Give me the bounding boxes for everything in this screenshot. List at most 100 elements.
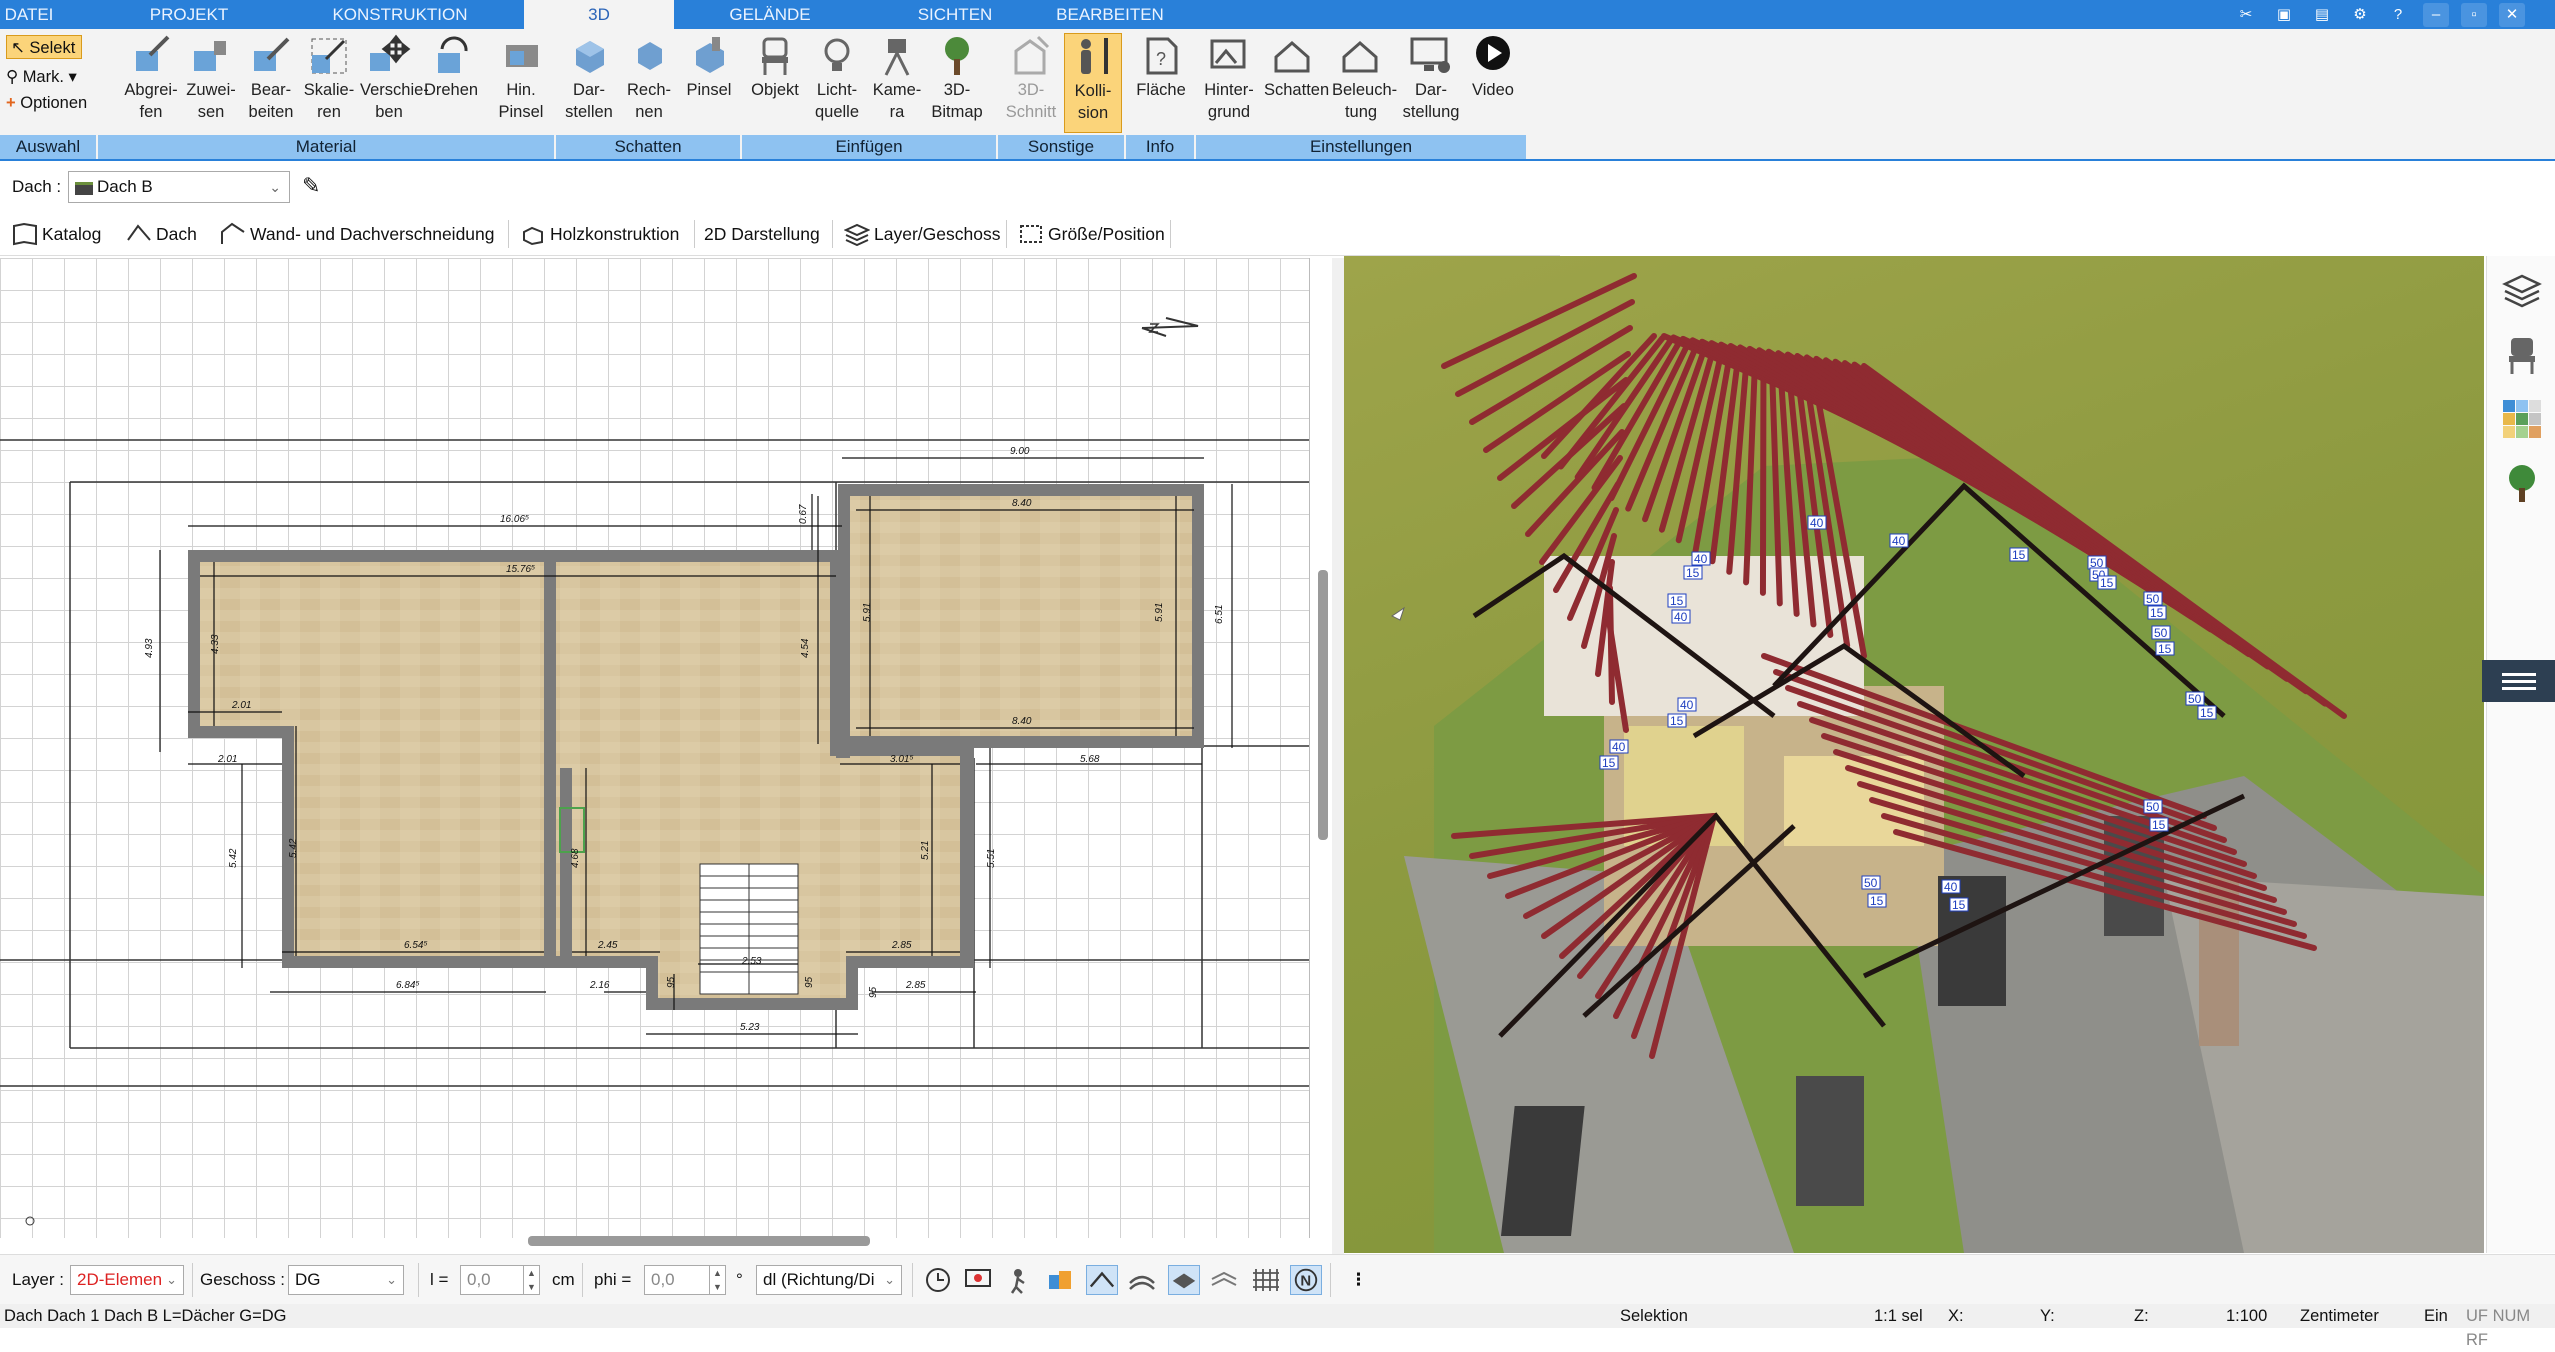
help-icon[interactable]: ? [2385, 3, 2411, 27]
dim-left-outer: 4.93 [144, 638, 155, 658]
terrain-icon[interactable] [1208, 1265, 1240, 1295]
beleuchtung-button[interactable]: Beleuch- tung [1332, 33, 1397, 133]
window-controls: ✂ ▣ ▤ ⚙ ? – ▫ ✕ [2233, 3, 2525, 27]
hintergrund-button[interactable]: Hinter- grund [1200, 33, 1258, 133]
video-button[interactable]: Video [1464, 33, 1522, 133]
dim-right-e: 5.51 [986, 849, 997, 868]
roof-view-icon[interactable] [1086, 1265, 1118, 1295]
2d-darstellung-button[interactable]: 2D Darstellung [672, 218, 820, 250]
close-icon[interactable]: ✕ [2499, 3, 2525, 27]
verschieben-button[interactable]: Verschie- ben [360, 33, 429, 133]
chair-icon[interactable] [2501, 334, 2543, 376]
darstellung-button[interactable]: Dar- stellung [1402, 33, 1460, 133]
plan-vertical-scrollbar[interactable] [1318, 570, 1328, 840]
3d-bitmap-button[interactable]: 3D- Bitmap [928, 33, 986, 133]
measure-label: 50 [2146, 800, 2160, 814]
dim-right-b: 5.91 [1154, 603, 1165, 622]
tab-datei[interactable]: DATEI [0, 0, 58, 29]
walk-icon[interactable] [1004, 1265, 1036, 1295]
dim-inner-left-top: 15.76⁵ [506, 564, 535, 575]
copy-icon[interactable]: ▤ [2309, 3, 2335, 27]
tab-sichten[interactable]: SICHTEN [900, 0, 1010, 29]
spinner-icon[interactable]: ▲ ▼ [523, 1266, 539, 1294]
lichtquelle-button[interactable]: Licht- quelle [808, 33, 866, 133]
maximize-icon[interactable]: ▫ [2461, 3, 2487, 27]
geschoss-select[interactable]: DG ⌄ [288, 1265, 404, 1295]
dim-stair: 4.68 [570, 848, 581, 868]
divider [582, 1263, 583, 1297]
floor-plan-2d-view[interactable]: 9.00 16.06⁵ 15.76⁵ 8.40 8.40 4.93 4.33 2… [0, 258, 1310, 1238]
dim-notch: 0.67 [798, 504, 809, 524]
flaeche-button[interactable]: ? Fläche [1132, 33, 1190, 133]
mark-button[interactable]: ⚲ Mark. ▾ [6, 65, 77, 89]
direction-select[interactable]: dl (Richtung/Di ⌄ [756, 1265, 902, 1295]
more-options-icon[interactable]: ⋮ [1350, 1267, 1367, 1293]
screen-icon[interactable] [962, 1265, 994, 1295]
tab-bearbeiten[interactable]: BEARBEITEN [1040, 0, 1180, 29]
restore-icon[interactable]: ▣ [2271, 3, 2297, 27]
tree-icon[interactable] [2501, 462, 2543, 504]
pinsel-button[interactable]: Pinsel [680, 33, 738, 133]
groesse-position-button[interactable]: Größe/Position [1014, 218, 1165, 250]
zuweisen-button[interactable]: Zuwei- sen [182, 33, 240, 133]
rechnen-button[interactable]: Rech- nen [620, 33, 678, 133]
selekt-button[interactable]: ↖ Selekt [6, 35, 83, 59]
view-splitter[interactable] [1332, 258, 1344, 1254]
3d-view[interactable]: 40 40 40 15 15 40 15 50 50 15 50 15 50 15 40 15 50 15 40 15… [1344, 256, 2484, 1253]
status-x: X: [1948, 1307, 1964, 1325]
object-dropdown[interactable]: Dach B ⌄ [68, 171, 290, 203]
tab-3d[interactable]: 3D [524, 0, 674, 31]
minimize-icon[interactable]: – [2423, 3, 2449, 27]
layer-geschoss-button[interactable]: Layer/Geschoss [840, 218, 1000, 250]
drehen-button[interactable]: Drehen [422, 33, 480, 133]
grid-icon[interactable] [1250, 1265, 1282, 1295]
tab-projekt[interactable]: PROJEKT [130, 0, 248, 29]
dach-button[interactable]: Dach [122, 218, 197, 250]
chevron-down-icon: ⌄ [269, 179, 281, 195]
kollision-button[interactable]: Kolli- sion [1064, 33, 1122, 133]
wand-dachverschneidung-button[interactable]: Wand- und Dachverschneidung [216, 218, 495, 250]
length-input[interactable]: 0,0 ▲ ▼ [460, 1265, 540, 1295]
dim-top-right: 8.40 [1012, 498, 1032, 509]
abgreifen-button[interactable]: Abgrei- fen [122, 33, 180, 133]
katalog-button[interactable]: Katalog [8, 218, 101, 250]
skalieren-button[interactable]: Skalie- ren [300, 33, 358, 133]
plan-horizontal-scrollbar[interactable] [528, 1236, 870, 1246]
status-y: Y: [2040, 1307, 2055, 1325]
tab-konstruktion[interactable]: KONSTRUKTION [320, 0, 480, 29]
schatten-settings-button[interactable]: Schatten [1264, 33, 1329, 133]
dim-left-ledge: 2.01 [231, 700, 251, 711]
measure-label: 15 [1602, 756, 1616, 770]
dim-bot-d: 6.84⁵ [396, 980, 420, 991]
measure-label: 15 [1870, 894, 1884, 908]
clock-icon[interactable] [922, 1265, 954, 1295]
layers-icon[interactable] [2501, 270, 2543, 312]
darstellen-button[interactable]: Dar- stellen [560, 33, 618, 133]
optionen-button[interactable]: + Optionen [6, 91, 87, 115]
measure-label: 50 [2188, 692, 2202, 706]
layer-select[interactable]: 2D-Elemen ⌄ [70, 1265, 184, 1295]
floor-icon[interactable] [1168, 1265, 1200, 1295]
pencil-icon[interactable]: ✎ [302, 173, 320, 199]
background-icon [1210, 39, 1246, 69]
tab-gelaende[interactable]: GELÄNDE [700, 0, 840, 29]
kamera-button[interactable]: Kame- ra [868, 33, 926, 133]
3d-schnitt-button[interactable]: 3D- Schnitt [1002, 33, 1060, 133]
snap-n-icon[interactable]: N [1290, 1265, 1322, 1295]
material-palette-icon[interactable] [2501, 398, 2543, 440]
bearbeiten-button[interactable]: Bear- beiten [242, 33, 300, 133]
dim-right-a: 5.91 [862, 603, 873, 622]
hatch-icon[interactable] [1126, 1265, 1158, 1295]
hamburger-menu-icon[interactable] [2482, 660, 2555, 702]
cursor-icon: ↖ [11, 39, 25, 57]
spinner-icon[interactable]: ▲ ▼ [709, 1266, 725, 1294]
phi-unit: ° [736, 1270, 743, 1289]
settings-icon[interactable]: ⚙ [2347, 3, 2373, 27]
hin-pinsel-button[interactable]: Hin. Pinsel [492, 33, 550, 133]
holzkonstruktion-button[interactable]: Holzkonstruktion [516, 218, 679, 250]
objects-icon[interactable] [1044, 1265, 1076, 1295]
tools-icon[interactable]: ✂ [2233, 3, 2259, 27]
objekt-button[interactable]: Objekt [746, 33, 804, 133]
dim-right-outer: 6.51 [1214, 605, 1225, 624]
phi-input[interactable]: 0,0 ▲ ▼ [644, 1265, 726, 1295]
